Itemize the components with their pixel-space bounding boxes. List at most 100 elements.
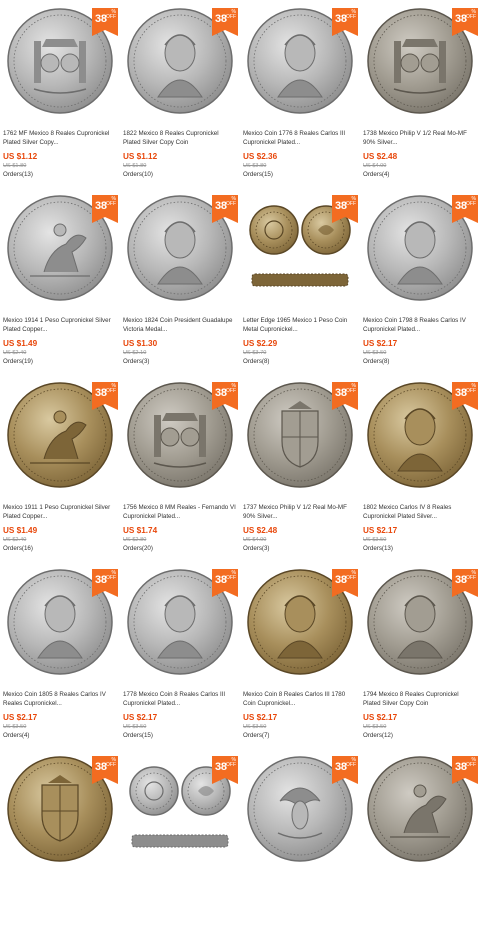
product-card[interactable]: 38 % OFF 1802 Mexico Carlos IV 8 Reales C… [360, 374, 480, 561]
discount-percent: 38 [95, 387, 107, 399]
product-title[interactable]: 1778 Mexico Coin 8 Reales Carlos III Cup… [123, 691, 237, 708]
product-image[interactable]: 38 % OFF [4, 379, 118, 491]
product-title[interactable]: 1756 Mexico 8 MM Reales - Fernando VI Cu… [123, 504, 237, 521]
discount-badge: 38 % OFF [212, 569, 238, 597]
original-price: US $1.80 [3, 163, 27, 169]
product-card[interactable]: 38 % OFF 1794 Mexico 8 Reales Cupronickel… [360, 561, 480, 748]
discount-percent: 38 [455, 574, 467, 586]
product-image[interactable]: 38 % OFF [124, 192, 238, 304]
product-image[interactable]: 38 % OFF [244, 379, 358, 491]
product-card[interactable]: 38 % OFF Mexico Coin 1798 8 Reales Carlos… [360, 187, 480, 374]
product-image[interactable]: 38 % OFF [364, 566, 478, 678]
discount-percent: 38 [95, 574, 107, 586]
product-card[interactable]: 38 % OFF Mexico Coin 8 Reales Carlos III … [240, 561, 360, 748]
discount-suffix: % OFF [346, 757, 356, 768]
original-price: US $1.80 [123, 163, 147, 169]
product-title[interactable] [363, 878, 477, 895]
product-title[interactable] [243, 878, 357, 895]
product-image[interactable]: 38 % OFF [4, 192, 118, 304]
product-card[interactable]: 38 % OFF Mexico 1824 Coin President Guada… [120, 187, 240, 374]
product-image[interactable]: 38 % OFF [364, 753, 478, 865]
product-card[interactable]: 38 % OFF 1737 Mexico Philip V 1/2 Real Mo… [240, 374, 360, 561]
order-count: Orders(7) [243, 732, 270, 739]
discount-percent: 38 [95, 200, 107, 212]
original-price: US $3.70 [243, 350, 267, 356]
product-image[interactable]: 38 % OFF [4, 753, 118, 865]
discount-percent: 38 [95, 13, 107, 25]
product-title[interactable]: Mexico 1911 1 Peso Cupronickel Silver Pl… [3, 504, 117, 521]
discount-badge: 38 % OFF [212, 195, 238, 223]
product-card[interactable]: 38 % OFF 1738 Mexico Philip V 1/2 Real Mo… [360, 0, 480, 187]
order-count: Orders(19) [3, 358, 33, 365]
discount-percent: 38 [215, 13, 227, 25]
discount-badge: 38 % OFF [212, 8, 238, 36]
product-image[interactable]: 38 % OFF [364, 5, 478, 117]
product-image[interactable]: 38 % OFF [244, 5, 358, 117]
discount-badge: 38 % OFF [452, 756, 478, 784]
product-card[interactable]: 38 % OFF Mexico Coin 1805 8 Reales Carlos… [0, 561, 120, 748]
product-title[interactable] [3, 878, 117, 895]
product-image[interactable]: 38 % OFF [124, 379, 238, 491]
product-image[interactable]: 38 % OFF [4, 5, 118, 117]
discount-badge: 38 % OFF [332, 569, 358, 597]
product-card[interactable]: 38 % OFF [240, 748, 360, 935]
product-title[interactable]: Mexico Coin 1805 8 Reales Carlos IV Real… [3, 691, 117, 708]
product-image[interactable]: 38 % OFF [124, 753, 238, 865]
product-title[interactable]: 1802 Mexico Carlos IV 8 Reales Cupronick… [363, 504, 477, 521]
product-card[interactable]: 38 % OFF [120, 748, 240, 935]
discount-suffix: % OFF [106, 757, 116, 768]
order-count: Orders(8) [363, 358, 390, 365]
product-title[interactable]: 1738 Mexico Philip V 1/2 Real Mo-MF 90% … [363, 130, 477, 147]
product-title[interactable]: Mexico Coin 1798 8 Reales Carlos IV Cupr… [363, 317, 477, 334]
order-count: Orders(15) [243, 171, 273, 178]
product-card[interactable]: 38 % OFF 1822 Mexico 8 Reales Cupronickel… [120, 0, 240, 187]
discount-percent: 38 [95, 761, 107, 773]
product-price: US $2.48 [243, 526, 278, 535]
product-title[interactable]: 1762 MF Mexico 8 Reales Cupronickel Plat… [3, 130, 117, 147]
product-card[interactable]: 38 % OFF 1762 MF Mexico 8 Reales Cupronic… [0, 0, 120, 187]
original-price: US $3.50 [363, 350, 387, 356]
product-title[interactable]: 1794 Mexico 8 Reales Cupronickel Plated … [363, 691, 477, 708]
original-price: US $4.00 [363, 163, 387, 169]
product-title[interactable]: Letter Edge 1965 Mexico 1 Peso Coin Meta… [243, 317, 357, 334]
product-card[interactable]: 38 % OFF [0, 748, 120, 935]
product-image[interactable]: 38 % OFF [364, 192, 478, 304]
product-card[interactable]: 38 % OFF Mexico 1911 1 Peso Cupronickel S… [0, 374, 120, 561]
product-price: US $1.74 [123, 526, 158, 535]
discount-suffix: % OFF [346, 196, 356, 207]
product-card[interactable]: 38 % OFF [360, 748, 480, 935]
product-title[interactable] [123, 878, 237, 895]
product-card[interactable]: 38 % OFF 1778 Mexico Coin 8 Reales Carlos… [120, 561, 240, 748]
order-count: Orders(12) [363, 732, 393, 739]
product-image[interactable]: 38 % OFF [364, 379, 478, 491]
original-price: US $4.00 [243, 537, 267, 543]
product-image[interactable]: 38 % OFF [4, 566, 118, 678]
original-price: US $3.80 [243, 163, 267, 169]
discount-suffix: % OFF [466, 383, 476, 394]
discount-badge: 38 % OFF [452, 195, 478, 223]
discount-suffix: % OFF [226, 9, 236, 20]
product-price: US $2.17 [363, 526, 398, 535]
product-image[interactable]: 38 % OFF [124, 5, 238, 117]
product-price: US $2.36 [243, 152, 278, 161]
discount-percent: 38 [455, 387, 467, 399]
product-title[interactable]: Mexico Coin 8 Reales Carlos III 1780 Coi… [243, 691, 357, 708]
product-title[interactable]: 1737 Mexico Philip V 1/2 Real Mo-MF 90% … [243, 504, 357, 521]
discount-percent: 38 [215, 761, 227, 773]
product-title[interactable]: Mexico 1914 1 Peso Cupronickel Silver Pl… [3, 317, 117, 334]
product-grid: 38 % OFF 1762 MF Mexico 8 Reales Cupronic… [0, 0, 484, 935]
product-image[interactable]: 38 % OFF [244, 566, 358, 678]
product-image[interactable]: 38 % OFF [244, 753, 358, 865]
product-title[interactable]: 1822 Mexico 8 Reales Cupronickel Plated … [123, 130, 237, 147]
product-title[interactable]: Mexico 1824 Coin President Guadalupe Vic… [123, 317, 237, 334]
product-title[interactable]: Mexico Coin 1776 8 Reales Carlos III Cup… [243, 130, 357, 147]
product-image[interactable]: 38 % OFF [124, 566, 238, 678]
product-card[interactable]: 38 % OFF Letter Edge 1965 Mexico 1 Peso C… [240, 187, 360, 374]
product-card[interactable]: 38 % OFF Mexico Coin 1776 8 Reales Carlos… [240, 0, 360, 187]
order-count: Orders(16) [3, 545, 33, 552]
product-card[interactable]: 38 % OFF Mexico 1914 1 Peso Cupronickel S… [0, 187, 120, 374]
product-price: US $1.49 [3, 339, 38, 348]
discount-suffix: % OFF [226, 196, 236, 207]
product-card[interactable]: 38 % OFF 1756 Mexico 8 MM Reales - Fernan… [120, 374, 240, 561]
product-image[interactable]: 38 % OFF [244, 192, 358, 304]
